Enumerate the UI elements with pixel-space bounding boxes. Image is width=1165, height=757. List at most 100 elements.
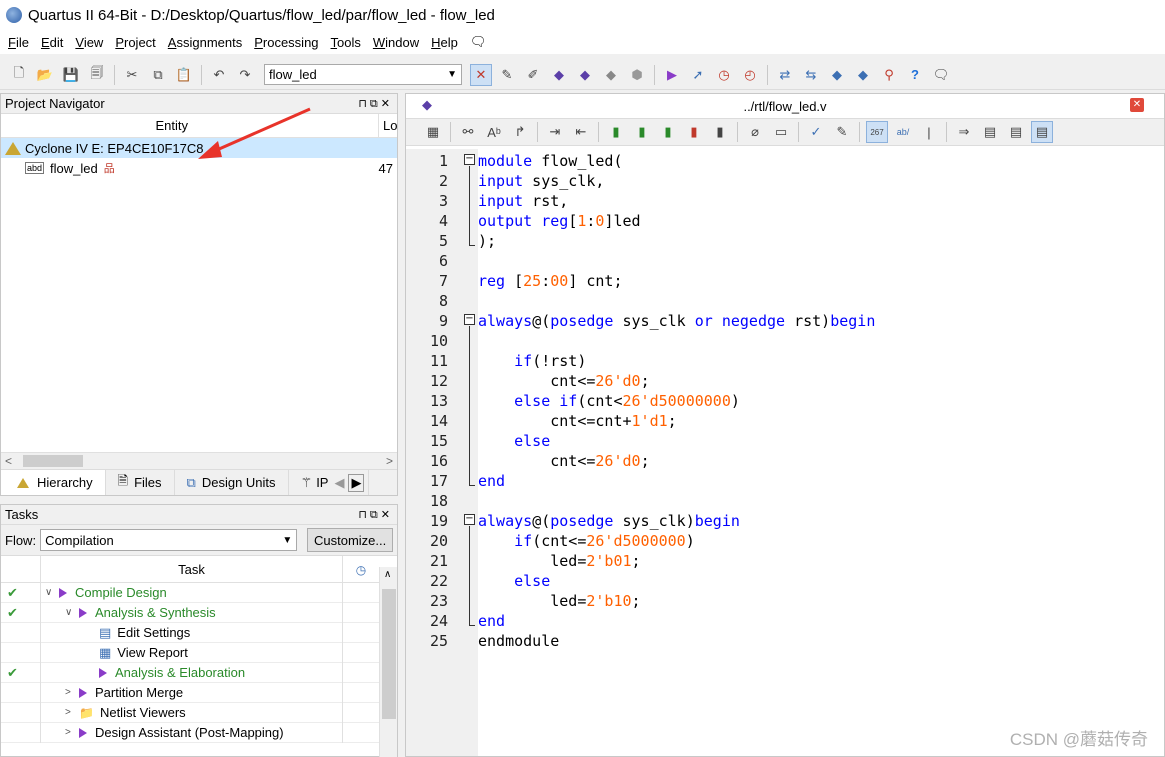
menu-view[interactable]: View — [71, 35, 107, 50]
unindent-icon[interactable]: ⇤ — [570, 121, 592, 143]
next-bookmark-icon[interactable]: ▮ — [631, 121, 653, 143]
tab-scroll-right-icon[interactable]: ▶ — [348, 473, 365, 492]
code-line[interactable]: else — [478, 431, 1164, 451]
programmer-icon[interactable]: ◆ — [826, 64, 848, 86]
panel-controls[interactable]: ⊓⧉✕ — [358, 508, 393, 522]
chevron-down-icon[interactable]: ∨ — [65, 607, 79, 618]
code-line[interactable]: cnt<=26'd0; — [478, 451, 1164, 471]
chevron-right-icon[interactable]: > — [65, 707, 79, 718]
task-row[interactable]: > Design Assistant (Post-Mapping) — [1, 722, 397, 743]
tab-files[interactable]: 🗎 Files — [106, 470, 175, 495]
task-row[interactable]: ✔ ∨ Compile Design — [1, 582, 397, 603]
save-icon[interactable]: 💾 — [60, 64, 82, 86]
code-line[interactable]: ); — [478, 231, 1164, 251]
code-line[interactable]: always@(posedge sys_clk)begin — [478, 511, 1164, 531]
column-task[interactable]: Task — [41, 556, 343, 582]
code-line[interactable]: module flow_led( — [478, 151, 1164, 171]
menu-edit[interactable]: Edit — [37, 35, 67, 50]
code-line[interactable] — [478, 491, 1164, 511]
rtl-viewer-icon[interactable]: ⇄ — [774, 64, 796, 86]
code-line[interactable]: input rst, — [478, 191, 1164, 211]
code-line[interactable]: if(!rst) — [478, 351, 1164, 371]
menu-help[interactable]: Help — [427, 35, 462, 50]
prev-bookmark-icon[interactable]: ▮ — [657, 121, 679, 143]
task-row[interactable]: > 📁 Netlist Viewers — [1, 702, 397, 723]
code-content[interactable]: module flow_led(input sys_clk, input rst,… — [478, 149, 1164, 756]
chevron-right-icon[interactable]: > — [65, 687, 79, 698]
tab-ip[interactable]: ⚚ IP ◀ ▶ — [289, 470, 370, 495]
design-check-icon[interactable]: ◆ — [574, 64, 596, 86]
ssn-analyzer-icon[interactable]: ◆ — [852, 64, 874, 86]
find-replace-icon[interactable]: Aᵇ — [483, 121, 505, 143]
network-icon[interactable]: ⚲ — [878, 64, 900, 86]
settings-icon[interactable]: ◆ — [600, 64, 622, 86]
scroll-thumb[interactable] — [382, 589, 396, 719]
code-line[interactable]: led=2'b10; — [478, 591, 1164, 611]
code-line[interactable]: cnt<=26'd0; — [478, 371, 1164, 391]
save-all-icon[interactable]: 🗐 — [86, 64, 108, 86]
comment-icon[interactable]: ▭ — [770, 121, 792, 143]
code-line[interactable]: input sys_clk, — [478, 171, 1164, 191]
wrap-icon[interactable]: ⇒ — [953, 121, 975, 143]
code-line[interactable]: end — [478, 471, 1164, 491]
fold-toggle-icon[interactable]: − — [464, 154, 475, 165]
code-line[interactable]: output reg[1:0]led — [478, 211, 1164, 231]
view-right-icon[interactable]: ▤ — [1005, 121, 1027, 143]
column-lo[interactable]: Lo — [379, 114, 397, 137]
code-line[interactable]: end — [478, 611, 1164, 631]
scroll-thumb[interactable] — [23, 455, 83, 467]
feedback-icon[interactable]: 🗨 — [930, 64, 952, 86]
spell-check-icon[interactable]: ab/ — [892, 121, 914, 143]
column-entity[interactable]: Entity — [1, 114, 379, 137]
netlist-viewer-icon[interactable]: ⇆ — [800, 64, 822, 86]
open-folder-icon[interactable]: 📂 — [34, 64, 56, 86]
code-line[interactable] — [478, 291, 1164, 311]
code-line[interactable]: endmodule — [478, 631, 1164, 651]
chip-planner-icon[interactable]: ✕ — [470, 63, 492, 86]
view-left-icon[interactable]: ▤ — [979, 121, 1001, 143]
start-compilation-icon[interactable]: ▶ — [661, 64, 683, 86]
menu-tools[interactable]: Tools — [327, 35, 365, 50]
menu-file[interactable]: File — [4, 35, 33, 50]
view-full-icon[interactable]: ▤ — [1031, 121, 1053, 143]
scroll-left-icon[interactable]: < — [5, 454, 12, 468]
menu-window[interactable]: Window — [369, 35, 423, 50]
panel-controls[interactable]: ⊓⧉✕ — [358, 97, 393, 111]
close-icon[interactable]: ✕ — [1130, 98, 1144, 112]
code-line[interactable]: else if(cnt<26'd50000000) — [478, 391, 1164, 411]
tab-scroll-left-icon[interactable]: ◀ — [334, 475, 344, 491]
entity-select[interactable]: flow_led ▼ — [264, 64, 462, 85]
templates-icon[interactable]: ▦ — [422, 121, 444, 143]
feedback-icon[interactable]: 🗨 — [466, 34, 491, 50]
horizontal-scrollbar[interactable]: < > — [1, 452, 397, 469]
flow-select[interactable]: Compilation ▼ — [40, 529, 298, 551]
task-row[interactable]: > Partition Merge — [1, 682, 397, 703]
pin-planner-icon[interactable]: ✎ — [496, 64, 518, 86]
code-area[interactable]: 1 2 3 4 5 6 7 8 9 10 11 12 13 14 15 16 17 18 19 20 21 22 23 24 2… — [406, 149, 1164, 756]
goto-icon[interactable]: ↱ — [509, 121, 531, 143]
code-line[interactable]: else — [478, 571, 1164, 591]
code-line[interactable] — [478, 331, 1164, 351]
copy-icon[interactable]: ⧉ — [147, 64, 169, 86]
scroll-up-icon[interactable]: ∧ — [384, 569, 391, 580]
customize-button[interactable]: Customize... — [307, 528, 393, 552]
tab-design-units[interactable]: ⧉ Design Units — [175, 470, 289, 495]
menu-project[interactable]: Project — [111, 35, 159, 50]
timing-analyzer-icon[interactable]: ◷ — [713, 64, 735, 86]
indent-icon[interactable]: ⇥ — [544, 121, 566, 143]
menu-assignments[interactable]: Assignments — [164, 35, 246, 50]
task-row[interactable]: ▦ View Report — [1, 642, 397, 663]
code-line[interactable]: always@(posedge sys_clk or negedge rst)b… — [478, 311, 1164, 331]
line-numbers-icon[interactable]: 267 — [866, 121, 888, 143]
syntax-check-icon[interactable]: ✓ — [805, 121, 827, 143]
cursor-icon[interactable]: | — [918, 121, 940, 143]
cut-icon[interactable]: ✂ — [121, 64, 143, 86]
help-icon[interactable]: ? — [904, 64, 926, 86]
code-line[interactable]: cnt<=cnt+1'd1; — [478, 411, 1164, 431]
code-line[interactable] — [478, 251, 1164, 271]
chevron-right-icon[interactable]: > — [65, 727, 79, 738]
start-analysis-icon[interactable]: ➚ — [687, 64, 709, 86]
fold-toggle-icon[interactable]: − — [464, 314, 475, 325]
task-row[interactable]: ✔ ∨ Analysis & Synthesis — [1, 602, 397, 623]
chevron-down-icon[interactable]: ∨ — [45, 587, 59, 598]
